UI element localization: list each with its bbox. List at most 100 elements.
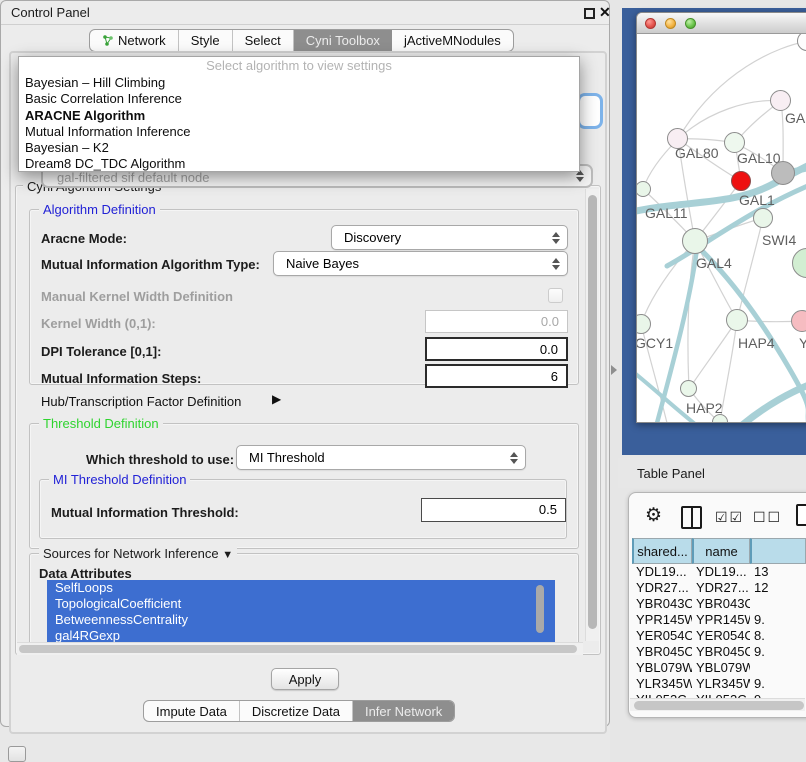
tab-infer-network[interactable]: Infer Network (353, 701, 454, 721)
column-header[interactable] (750, 538, 806, 564)
table-row[interactable]: YBL079WYBL079W (632, 660, 806, 676)
hub-expander-label[interactable]: Hub/Transcription Factor Definition (41, 394, 241, 409)
attributes-list-scrollbar[interactable] (534, 582, 547, 640)
cell-shared-name[interactable]: YDL19... (632, 564, 692, 580)
cell-name[interactable]: YPR145W (692, 612, 750, 628)
tab-style[interactable]: Style (179, 30, 233, 51)
close-panel-icon[interactable]: ✕ (599, 4, 611, 21)
network-node-label: GCY1 (637, 335, 673, 351)
zoom-traffic-light-icon[interactable] (685, 18, 696, 29)
dropdown-item[interactable]: Bayesian – K2 (19, 140, 579, 156)
table-horizontal-scrollbar[interactable] (630, 698, 805, 711)
dropdown-item[interactable]: ARACNE Algorithm (19, 108, 579, 124)
settings-horizontal-scrollbar[interactable] (17, 642, 583, 655)
cell-value[interactable] (750, 596, 806, 612)
panel-divider-toggle-icon[interactable] (611, 365, 617, 375)
list-item[interactable]: BetweennessCentrality (47, 612, 555, 628)
table-row[interactable]: YLR345WYLR345W9. (632, 676, 806, 692)
list-item[interactable]: SelfLoops (47, 580, 555, 596)
column-header[interactable]: shared... (632, 538, 692, 564)
list-item[interactable]: gal4RGexp (47, 628, 555, 642)
data-attributes-list[interactable]: SelfLoops TopologicalCoefficient Between… (47, 580, 555, 642)
cell-value[interactable]: 13 (750, 564, 806, 580)
cell-shared-name[interactable]: YBL079W (632, 660, 692, 676)
cell-value[interactable]: 9. (750, 676, 806, 692)
cell-name[interactable]: YLR345W (692, 676, 750, 692)
which-threshold-combobox[interactable]: MI Threshold (236, 445, 526, 470)
network-node[interactable] (770, 90, 791, 111)
table-row[interactable]: YBR045CYBR045C9. (632, 644, 806, 660)
settings-vertical-scrollbar[interactable] (585, 189, 599, 641)
network-node-label: GAL4 (696, 255, 732, 271)
cell-value[interactable]: 9. (750, 644, 806, 660)
column-header[interactable]: name (692, 538, 750, 564)
table-row[interactable]: YPR145WYPR145W9. (632, 612, 806, 628)
which-threshold-value: MI Threshold (249, 450, 325, 465)
aracne-mode-combobox[interactable]: Discovery (331, 225, 568, 250)
network-node[interactable] (791, 310, 806, 332)
cell-shared-name[interactable]: YBR045C (632, 644, 692, 660)
mi-type-combobox[interactable]: Naive Bayes (273, 251, 568, 276)
cell-name[interactable]: YDR27... (692, 580, 750, 596)
cell-shared-name[interactable]: YBR043C (632, 596, 692, 612)
network-window[interactable]: GAL GAL80 GAL10 GAL1 GAL11 SWI4 GAL4 GCY… (636, 12, 806, 423)
table-row[interactable]: YER054CYER054C8. (632, 628, 806, 644)
dpi-tolerance-input[interactable]: 0.0 (425, 337, 568, 361)
dropdown-item[interactable]: Basic Correlation Inference (19, 91, 579, 107)
cell-shared-name[interactable]: YDR27... (632, 580, 692, 596)
table-row[interactable]: YBR043CYBR043C (632, 596, 806, 612)
tab-cyni-toolbox[interactable]: Cyni Toolbox (294, 30, 392, 51)
cell-name[interactable]: YBL079W (692, 660, 750, 676)
kernel-width-input[interactable]: 0.0 (425, 310, 568, 333)
new-table-icon[interactable] (796, 504, 806, 526)
deselect-all-icon[interactable]: ☐☐ (753, 509, 782, 526)
table-row[interactable]: YDL19...YDL19...13 (632, 564, 806, 580)
tab-discretize-data[interactable]: Discretize Data (240, 701, 353, 721)
algorithm-combobox-fragment[interactable] (577, 93, 603, 129)
network-node[interactable] (753, 208, 773, 228)
tab-jactivemnodules[interactable]: jActiveMNodules (392, 30, 513, 51)
mi-steps-input[interactable]: 6 (425, 364, 568, 388)
network-node[interactable] (731, 171, 751, 191)
select-all-icon[interactable]: ☑☑ (715, 509, 744, 526)
tab-select[interactable]: Select (233, 30, 294, 51)
cell-name[interactable]: YER054C (692, 628, 750, 644)
cell-value[interactable]: 8. (750, 628, 806, 644)
dropdown-item[interactable]: Bayesian – Hill Climbing (19, 75, 579, 91)
cell-value[interactable] (750, 660, 806, 676)
network-window-titlebar[interactable] (637, 13, 806, 34)
cell-value[interactable]: 12 (750, 580, 806, 596)
split-columns-icon[interactable] (681, 506, 702, 529)
network-node[interactable] (771, 161, 795, 185)
cell-name[interactable]: YDL19... (692, 564, 750, 580)
cell-shared-name[interactable]: YLR345W (632, 676, 692, 692)
network-node[interactable] (712, 414, 728, 423)
close-traffic-light-icon[interactable] (645, 18, 656, 29)
network-node[interactable] (680, 380, 697, 397)
dropdown-item[interactable]: Mutual Information Inference (19, 124, 579, 140)
cell-name[interactable]: YBR043C (692, 596, 750, 612)
cell-shared-name[interactable]: YER054C (632, 628, 692, 644)
cell-shared-name[interactable]: YPR145W (632, 612, 692, 628)
tab-label: Network (118, 33, 166, 48)
mi-threshold-input[interactable]: 0.5 (421, 498, 566, 522)
list-item[interactable]: TopologicalCoefficient (47, 596, 555, 612)
tab-network[interactable]: Network (90, 30, 179, 51)
cell-value[interactable]: 9. (750, 612, 806, 628)
table-row[interactable]: YDR27...YDR27...12 (632, 580, 806, 596)
expander-expanded-icon[interactable]: ▼ (222, 549, 233, 561)
manual-kernel-checkbox[interactable] (548, 288, 563, 303)
minimize-traffic-light-icon[interactable] (665, 18, 676, 29)
cell-name[interactable]: YBR045C (692, 644, 750, 660)
collapsed-panel-icon[interactable] (8, 746, 26, 762)
expander-collapsed-icon[interactable]: ▶ (272, 392, 281, 406)
dropdown-item[interactable]: Dream8 DC_TDC Algorithm (19, 156, 579, 172)
float-window-icon[interactable] (584, 8, 595, 19)
network-node[interactable] (726, 309, 748, 331)
tab-impute-data[interactable]: Impute Data (144, 701, 240, 721)
network-canvas[interactable]: GAL GAL80 GAL10 GAL1 GAL11 SWI4 GAL4 GCY… (637, 34, 806, 423)
apply-button[interactable]: Apply (271, 668, 339, 690)
control-panel-titlebar[interactable]: Control Panel ✕ (1, 1, 609, 25)
gear-icon[interactable]: ⚙ (645, 504, 662, 527)
network-node[interactable] (682, 228, 708, 254)
